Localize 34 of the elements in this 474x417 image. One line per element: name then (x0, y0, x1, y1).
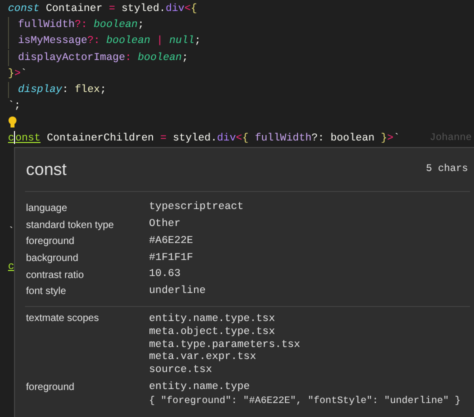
code-line: displayActorImage: boolean; (18, 50, 188, 65)
property-label: language (25, 202, 68, 216)
rule-selector: entity.name.type (149, 380, 251, 394)
scope-value: meta.var.expr.tsx (149, 351, 258, 364)
property-label: foreground (25, 380, 76, 395)
scope-value: meta.object.type.tsx (149, 326, 276, 339)
property-label: foreground (25, 235, 76, 250)
scope-value: entity.name.type.tsx (149, 313, 276, 326)
code-line: const Container = styled.div<{ (8, 2, 198, 16)
property-label: background (25, 252, 80, 266)
code-line: isMyMessage?: boolean | null; (18, 34, 201, 48)
code-line: fullWidth?: boolean; (18, 18, 144, 32)
code-fragment: ` (8, 224, 14, 240)
property-label: font style (25, 285, 68, 300)
code-line: display: flex; (18, 83, 106, 98)
scope-value: source.tsx (149, 364, 214, 377)
property-value: typescriptreact (149, 200, 244, 216)
token-name: const (25, 158, 67, 181)
scope-value: meta.type.parameters.tsx (149, 338, 300, 352)
property-value: 10.63 (149, 267, 181, 282)
code-line: `; (8, 99, 21, 114)
rule-value: { "foreground": "#A6E22E", "fontStyle": "underline" } (149, 394, 461, 407)
code-fragment: c (8, 260, 14, 276)
property-label: contrast ratio (25, 268, 85, 283)
code-line: c onst ContainerChildren = styled.div<{ fullWidth?: boolean }>` (8, 131, 400, 146)
property-value: Other (149, 217, 181, 232)
property-label: textmate scopes (25, 313, 100, 326)
property-label: standard token type (25, 218, 115, 233)
property-value: underline (149, 284, 206, 299)
property-value: #A6E22E (149, 234, 194, 249)
code-line: }>` (8, 66, 27, 81)
property-value: #1F1F1F (149, 250, 194, 266)
token-length: 5 chars (426, 162, 469, 177)
lightbulb-icon[interactable] (8, 116, 17, 128)
